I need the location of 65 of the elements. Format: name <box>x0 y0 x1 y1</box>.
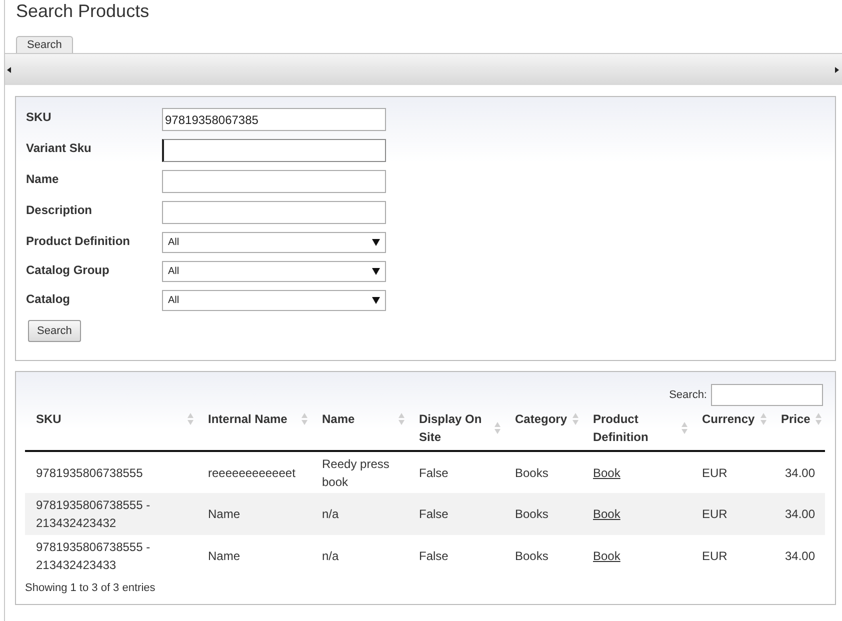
table-cell: 34.00 <box>784 507 815 521</box>
table-cell: n/a <box>322 549 339 563</box>
table-cell: 9781935806738555 <box>36 466 143 480</box>
table-cell: False <box>419 507 448 521</box>
entries-info: Showing 1 to 3 of 3 entries <box>25 581 156 596</box>
field-label: Name <box>26 171 60 188</box>
field-label: Catalog <box>26 291 72 308</box>
select-field[interactable]: All <box>162 261 386 282</box>
page-title: Search Products <box>15 0 150 21</box>
field-label: Product Definition <box>26 233 131 250</box>
table-cell: EUR <box>702 507 728 521</box>
sort-icon <box>681 421 688 435</box>
column-header[interactable]: Name <box>322 410 355 428</box>
table-cell: Name <box>208 507 240 521</box>
column-header[interactable]: Internal Name <box>208 410 288 428</box>
left-arrow-icon[interactable] <box>7 66 11 72</box>
table-cell: 9781935806738555 - 213432423432 <box>36 498 150 530</box>
table-cell: EUR <box>702 466 728 480</box>
sort-icon <box>815 412 822 426</box>
dropdown-arrow-icon <box>372 297 380 304</box>
table-cell: 9781935806738555 - 213432423433 <box>36 540 150 572</box>
product-definition-link[interactable]: Book <box>593 549 620 563</box>
field-label: SKU <box>26 109 52 126</box>
table-cell: False <box>419 549 448 563</box>
table-cell: 34.00 <box>784 549 815 563</box>
text-field[interactable] <box>162 201 386 224</box>
search-button[interactable]: Search <box>28 320 81 342</box>
product-definition-link[interactable]: Book <box>593 466 620 480</box>
sort-icon <box>398 412 405 426</box>
select-field[interactable]: All <box>162 232 386 253</box>
text-field[interactable] <box>162 170 386 193</box>
right-arrow-icon[interactable] <box>835 66 839 72</box>
table-cell: 34.00 <box>784 466 815 480</box>
select-field[interactable]: All <box>162 290 386 311</box>
product-definition-link[interactable]: Book <box>593 507 620 521</box>
tab[interactable]: Search <box>16 36 73 53</box>
table-search-field[interactable] <box>711 384 823 406</box>
table-cell: EUR <box>702 549 728 563</box>
sort-icon <box>760 412 767 426</box>
text-field[interactable]: 97819358067385 <box>162 108 386 131</box>
column-header[interactable]: Category <box>515 410 568 428</box>
table-cell: Books <box>515 507 548 521</box>
field-label: Catalog Group <box>26 262 110 279</box>
search-label: Search: <box>669 388 707 403</box>
field-label: Variant Sku <box>26 140 92 157</box>
table-cell: Name <box>208 549 240 563</box>
table-cell: reeeeeeeeeeeet <box>208 466 296 480</box>
sort-icon <box>301 412 308 426</box>
table-cell: n/a <box>322 507 339 521</box>
table-cell: False <box>419 466 448 480</box>
sort-icon <box>494 421 501 435</box>
sort-icon <box>187 412 194 426</box>
field-label: Description <box>26 202 94 219</box>
dropdown-arrow-icon <box>372 268 380 275</box>
sort-icon <box>572 412 579 426</box>
column-header[interactable]: Display On Site <box>419 410 494 446</box>
table-cell: Books <box>515 466 548 480</box>
column-header[interactable]: SKU <box>36 410 62 428</box>
column-header[interactable]: Currency <box>702 410 755 428</box>
column-header[interactable]: Product Definition <box>593 410 681 446</box>
text-field[interactable] <box>162 139 386 162</box>
column-header[interactable]: Price <box>781 410 810 428</box>
table-cell: Books <box>515 549 548 563</box>
table-cell: Reedy press book <box>322 456 390 488</box>
dropdown-arrow-icon <box>372 239 380 246</box>
